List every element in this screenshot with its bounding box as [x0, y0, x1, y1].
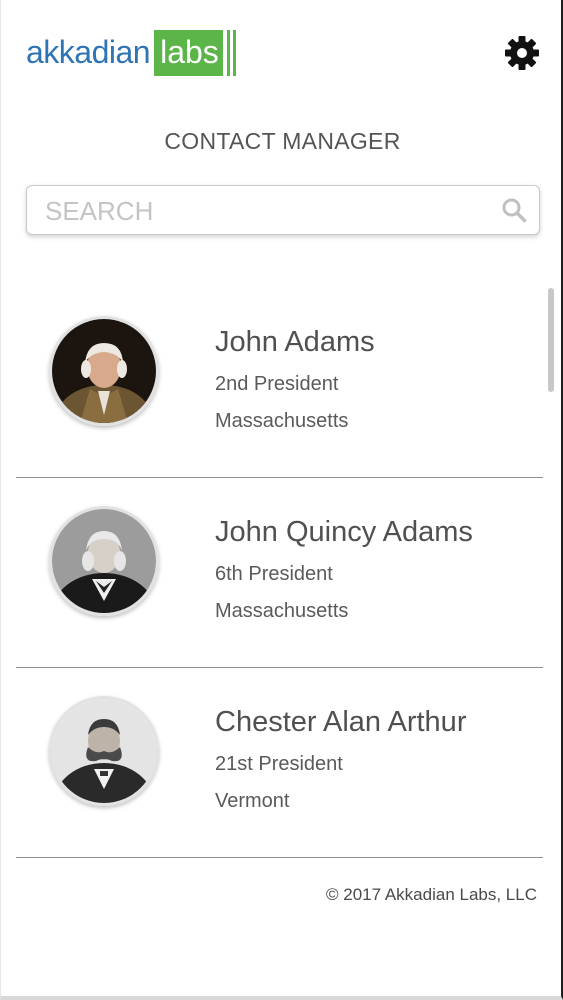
list-scrollbar[interactable]	[548, 288, 554, 392]
akkadian-labs-logo[interactable]: akkadian labs	[26, 30, 239, 78]
contact-state: Massachusetts	[215, 410, 349, 432]
footer-copyright: © 2017 Akkadian Labs, LLC	[325, 885, 537, 904]
contact-office: 6th President	[215, 563, 333, 585]
contact-state: Vermont	[215, 790, 290, 812]
app-frame: akkadian labs CONTACT MANAGER SEARCH Joh…	[0, 0, 563, 1000]
avatar	[49, 696, 159, 806]
logo-bars	[226, 30, 239, 76]
search-input[interactable]	[45, 194, 505, 228]
logo-text-labs: labs	[154, 30, 223, 76]
search-box[interactable]	[26, 185, 540, 235]
gear-icon[interactable]	[503, 34, 541, 72]
contact-office: 2nd President	[215, 373, 339, 395]
contact-list-item[interactable]: John Adams 2nd President Massachusetts	[16, 288, 543, 478]
contact-name: John Adams	[215, 326, 375, 358]
search-icon[interactable]	[501, 197, 527, 223]
page-title: CONTACT MANAGER	[164, 128, 401, 154]
contact-list-item[interactable]: Chester Alan Arthur 21st President Vermo…	[16, 668, 543, 858]
avatar	[49, 316, 159, 426]
contact-list-item[interactable]: John Quincy Adams 6th President Massachu…	[16, 478, 543, 668]
contact-state: Massachusetts	[215, 600, 349, 622]
contact-office: 21st President	[215, 753, 343, 775]
contact-name: John Quincy Adams	[215, 516, 473, 548]
contact-name: Chester Alan Arthur	[215, 706, 467, 738]
logo-text-akkadian: akkadian	[26, 34, 151, 70]
avatar	[49, 506, 159, 616]
